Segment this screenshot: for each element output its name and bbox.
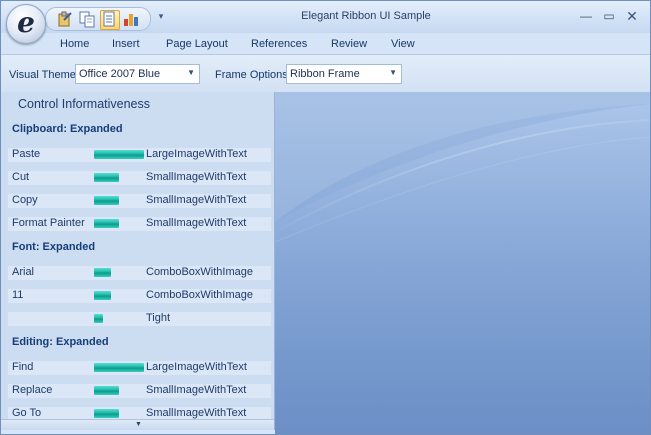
- control-informativeness-panel: Control Informativeness Clipboard: Expan…: [1, 92, 275, 430]
- frame-options-select[interactable]: Ribbon Frame ▼: [286, 64, 402, 84]
- row-name: Format Painter: [12, 217, 85, 229]
- informativeness-bar: [94, 386, 119, 395]
- informativeness-bar: [94, 291, 111, 300]
- visual-theme-value: Office 2007 Blue: [79, 68, 161, 80]
- tab-references[interactable]: References: [251, 38, 307, 50]
- options-bar: Visual Theme Office 2007 Blue ▼ Frame Op…: [1, 54, 650, 93]
- frame-options-value: Ribbon Frame: [290, 68, 360, 80]
- application-menu-button[interactable]: e: [6, 4, 46, 44]
- informativeness-bar: [94, 150, 144, 159]
- close-button[interactable]: ✕: [621, 7, 643, 25]
- informativeness-bar: [94, 409, 119, 418]
- maximize-button[interactable]: ▭: [598, 7, 620, 25]
- chart-icon[interactable]: [122, 10, 140, 28]
- list-item[interactable]: Copy SmallImageWithText: [8, 194, 271, 208]
- row-kind: ComboBoxWithImage: [146, 266, 253, 278]
- app-logo-icon: e: [17, 6, 35, 39]
- paste-icon[interactable]: [56, 10, 74, 28]
- row-kind: ComboBoxWithImage: [146, 289, 253, 301]
- list-item[interactable]: Tight: [8, 312, 271, 326]
- list-item[interactable]: Replace SmallImageWithText: [8, 384, 271, 398]
- panel-scroll-down[interactable]: ▼: [1, 419, 274, 430]
- row-name: Cut: [12, 171, 30, 183]
- customize-qat-dropdown[interactable]: ▾: [156, 10, 166, 22]
- content-area: [275, 92, 650, 434]
- chevron-down-icon: ▼: [187, 68, 195, 77]
- window-title: Elegant Ribbon UI Sample: [301, 10, 431, 22]
- row-name: Find: [12, 361, 34, 373]
- tab-home[interactable]: Home: [60, 38, 89, 50]
- tab-view[interactable]: View: [391, 38, 415, 50]
- row-kind: Tight: [146, 312, 171, 324]
- informativeness-bar: [94, 173, 119, 182]
- group-header-editing: Editing: Expanded: [12, 336, 109, 348]
- row-kind: SmallImageWithText: [146, 217, 247, 229]
- informativeness-bar: [94, 268, 111, 277]
- tab-review[interactable]: Review: [331, 38, 367, 50]
- row-name: 11: [12, 289, 24, 301]
- tab-insert[interactable]: Insert: [112, 38, 140, 50]
- informativeness-bar: [94, 219, 119, 228]
- row-kind: SmallImageWithText: [146, 194, 247, 206]
- tab-page-layout[interactable]: Page Layout: [166, 38, 228, 50]
- row-kind: LargeImageWithText: [146, 148, 247, 160]
- chevron-down-icon: ▼: [135, 421, 142, 428]
- row-kind: LargeImageWithText: [146, 361, 247, 373]
- group-header-font: Font: Expanded: [12, 241, 96, 253]
- informativeness-bar: [94, 196, 119, 205]
- row-name: Arial: [12, 266, 35, 278]
- group-header-clipboard: Clipboard: Expanded: [12, 123, 123, 135]
- row-name: Replace: [12, 384, 53, 396]
- informativeness-bar: [94, 363, 144, 372]
- visual-theme-select[interactable]: Office 2007 Blue ▼: [75, 64, 200, 84]
- background-swoosh: [275, 92, 650, 434]
- quick-access-toolbar: [45, 7, 151, 31]
- list-item[interactable]: Find LargeImageWithText: [8, 361, 271, 375]
- informativeness-bar: [94, 314, 103, 323]
- list-item[interactable]: Format Painter SmallImageWithText: [8, 217, 271, 231]
- copy-icon[interactable]: [78, 10, 96, 28]
- ribbon-tabs: Home Insert Page Layout References Revie…: [1, 33, 650, 54]
- document-icon[interactable]: [100, 10, 120, 30]
- row-name: Go To: [12, 407, 42, 419]
- list-item[interactable]: Cut SmallImageWithText: [8, 171, 271, 185]
- title-bar: ▾ Elegant Ribbon UI Sample — ▭ ✕: [1, 1, 650, 33]
- list-item[interactable]: Paste LargeImageWithText: [8, 148, 271, 162]
- frame-options-label: Frame Options: [215, 69, 288, 81]
- minimize-button[interactable]: —: [575, 7, 597, 25]
- chevron-down-icon: ▼: [389, 68, 397, 77]
- row-name: Copy: [12, 194, 38, 206]
- list-item[interactable]: Arial ComboBoxWithImage: [8, 266, 271, 280]
- list-item[interactable]: 11 ComboBoxWithImage: [8, 289, 271, 303]
- row-kind: SmallImageWithText: [146, 171, 247, 183]
- application-window: ▾ Elegant Ribbon UI Sample — ▭ ✕ e Home …: [0, 0, 651, 435]
- row-kind: SmallImageWithText: [146, 407, 247, 419]
- row-kind: SmallImageWithText: [146, 384, 247, 396]
- row-name: Paste: [12, 148, 41, 160]
- visual-theme-label: Visual Theme: [9, 69, 76, 81]
- panel-title: Control Informativeness: [18, 97, 151, 111]
